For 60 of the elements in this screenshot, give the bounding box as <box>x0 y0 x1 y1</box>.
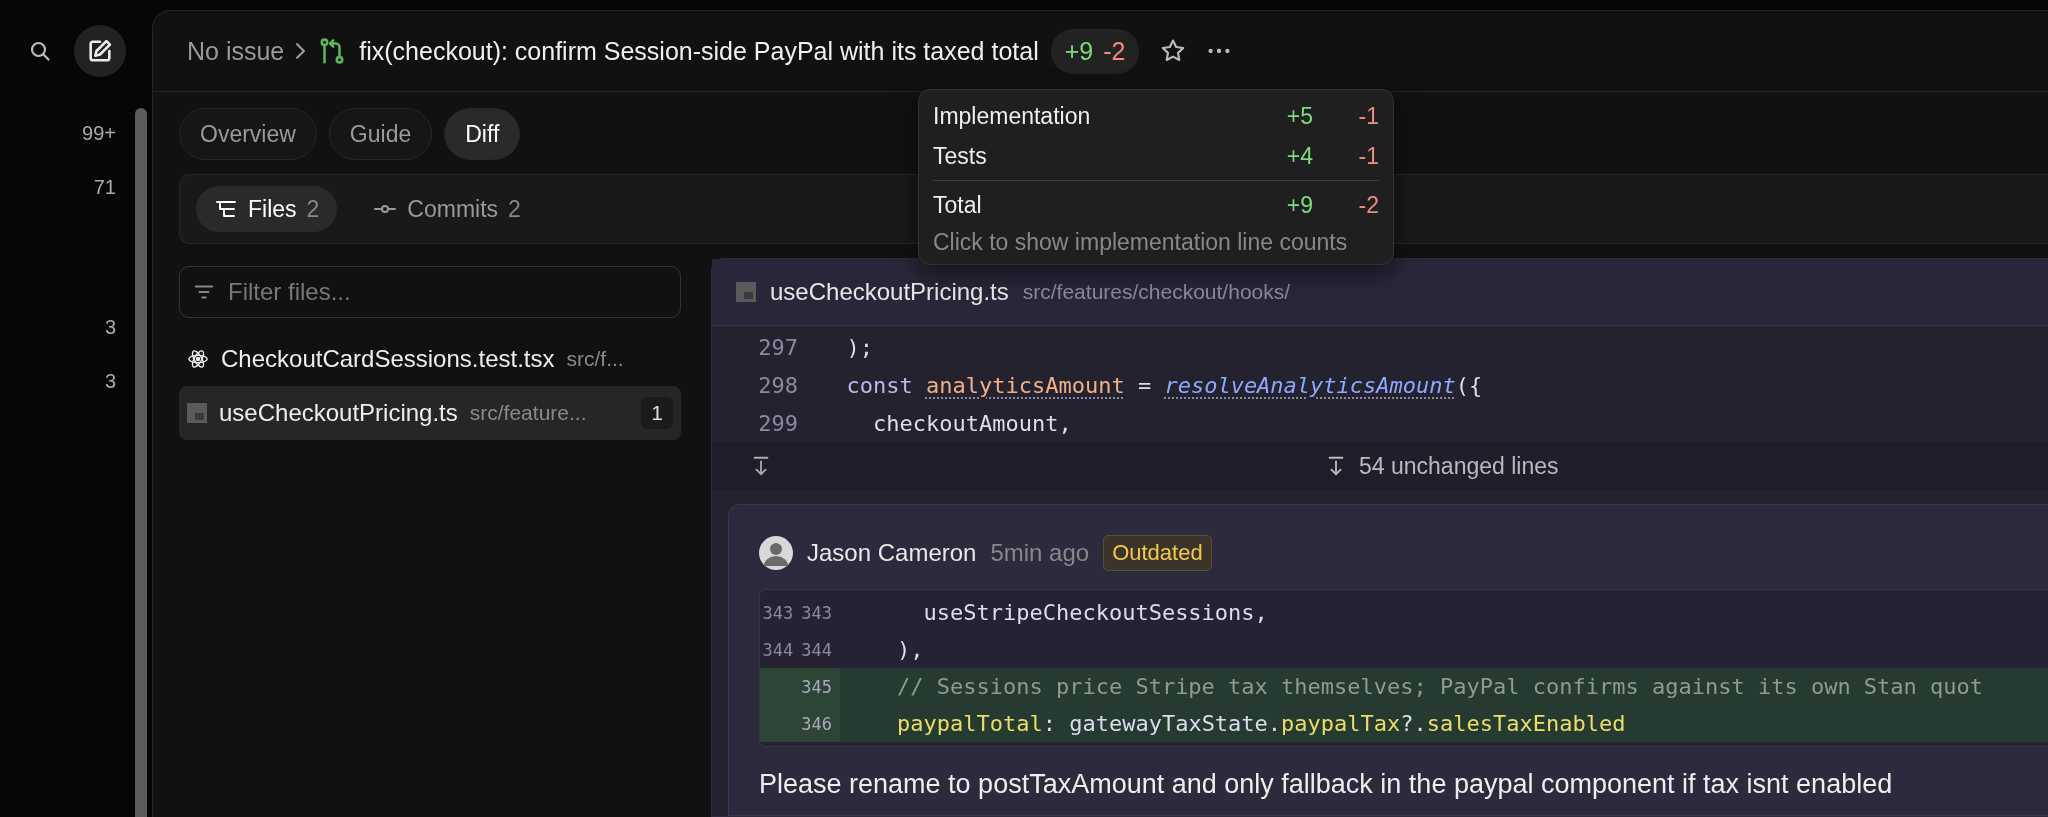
additions-count: +5 <box>1285 102 1313 130</box>
pull-request-title: fix(checkout): confirm Session-side PayPal with its taxed total <box>359 36 1039 66</box>
line-number: 343 <box>801 602 832 623</box>
file-path: src/features/checkout/hooks/ <box>1022 280 1291 304</box>
ts-file-icon <box>187 403 207 423</box>
code-line: // Sessions price Stripe tax themselves; PayPal confirms against its own Stan quot <box>895 674 1984 699</box>
filter-field[interactable]: Filter files... <box>179 266 681 318</box>
tab[interactable]: Overview <box>179 108 317 160</box>
author-name: Jason Cameron <box>807 539 977 567</box>
line-number: 344 <box>801 639 832 660</box>
scrollbar[interactable] <box>135 108 147 817</box>
hint-text: Click to show implementation line counts <box>933 229 1349 256</box>
stat-label: Total <box>933 191 983 219</box>
file-name: useCheckoutPricing.ts <box>770 278 1009 306</box>
tab[interactable]: Diff <box>444 108 521 160</box>
code-line: paypalTotal: gatewayTaxState.paypalTax?.salesTaxEnabled <box>895 711 1626 736</box>
count-label: 99+ <box>82 122 116 144</box>
code-line: ), <box>895 637 924 662</box>
more-icon <box>1207 48 1232 54</box>
line-number: 345 <box>801 676 832 697</box>
additions-count: +9 <box>1285 191 1313 219</box>
compose-button[interactable] <box>74 25 126 77</box>
tab[interactable]: Guide <box>328 108 433 160</box>
breadcrumb-link[interactable]: No issue <box>187 36 285 66</box>
search-button[interactable] <box>28 39 52 63</box>
ts-file-icon <box>736 282 756 302</box>
search-icon <box>28 39 52 63</box>
line-number: 344 <box>762 639 794 660</box>
comment-text: Please rename to postTaxAmount and only fallback in the paypal component if tax isnt enabled <box>759 769 1894 800</box>
line-number: 343 <box>762 602 794 623</box>
code-line: ); <box>845 334 873 360</box>
additions-count: +4 <box>1285 142 1313 170</box>
avatar <box>759 536 793 570</box>
file-item[interactable]: CheckoutCardSessions.test.tsx src/f... <box>179 332 681 386</box>
count-label: 71 <box>93 176 116 198</box>
deletions-count: -1 <box>1357 102 1379 130</box>
count-label: 3 <box>104 316 116 338</box>
chevron-right-icon <box>296 43 306 59</box>
code-line: checkoutAmount, <box>871 410 1072 436</box>
diff-stats-button[interactable]: +9 -2 <box>1050 28 1140 74</box>
expand-unchanged-button[interactable]: 54 unchanged lines <box>1325 452 1559 480</box>
line-number: 346 <box>801 713 832 734</box>
deletions-count: -1 <box>1357 142 1379 170</box>
atom-icon <box>187 348 209 370</box>
view-tab[interactable]: Files 2 <box>196 186 338 232</box>
timestamp: 5min ago <box>990 539 1090 567</box>
line-number: 297 <box>757 334 799 360</box>
file-item[interactable]: useCheckoutPricing.ts src/feature... 1 <box>179 386 681 440</box>
view-tab[interactable]: Commits 2 <box>355 186 539 232</box>
more-button[interactable] <box>1207 48 1232 54</box>
stat-label: Tests <box>933 142 988 170</box>
outdated-badge: Outdated <box>1103 535 1212 571</box>
line-number: 298 <box>757 372 799 398</box>
code-line: useStripeCheckoutSessions, <box>922 600 1268 625</box>
deletions-count: -2 <box>1357 191 1379 219</box>
line-number: 299 <box>757 410 799 436</box>
compose-icon <box>86 37 114 65</box>
stat-label: Implementation <box>933 102 1092 130</box>
count-label: 3 <box>104 370 116 392</box>
code-line: const analyticsAmount = resolveAnalyticsAmount({ <box>845 372 1483 398</box>
